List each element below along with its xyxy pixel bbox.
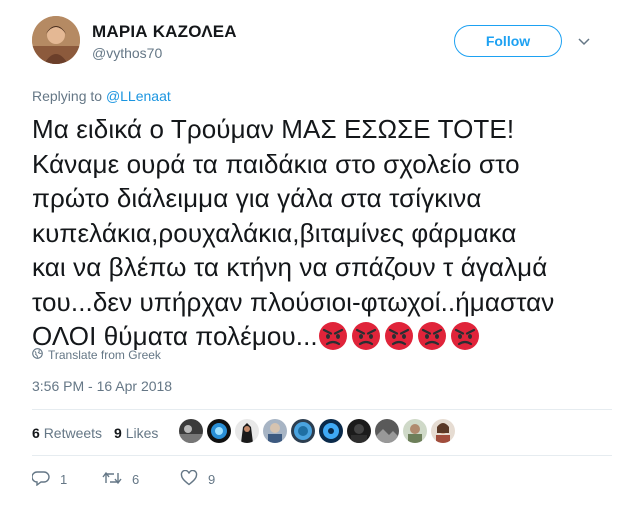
retweets-stat[interactable]: 6 Retweets <box>32 425 102 441</box>
liker-avatar[interactable] <box>207 419 231 443</box>
liker-avatar[interactable] <box>431 419 455 443</box>
angry-face-icon <box>318 321 348 360</box>
liker-avatar[interactable] <box>403 419 427 443</box>
globe-icon <box>32 348 43 362</box>
tweet-stats: 6 Retweets 9 Likes <box>32 425 158 441</box>
divider <box>32 455 612 456</box>
tweet-line: πρώτο διάλειμμα για γάλα στα τσίγκινα <box>32 183 482 213</box>
likes-stat[interactable]: 9 Likes <box>114 425 158 441</box>
author-handle[interactable]: @vythos70 <box>92 45 162 61</box>
avatar[interactable] <box>32 16 80 64</box>
likes-count: 9 <box>114 425 122 441</box>
tweet-line: κυπελάκια,ρουχαλάκια,βιταμίνες φάρμακα <box>32 217 517 248</box>
reply-count: 1 <box>60 472 68 487</box>
timestamp[interactable]: 3:56 PM - 16 Apr 2018 <box>32 378 172 394</box>
follow-button[interactable]: Follow <box>454 25 562 57</box>
liker-avatar[interactable] <box>263 419 287 443</box>
angry-face-icon <box>384 321 414 360</box>
liker-avatar[interactable] <box>319 419 343 443</box>
tweet-line: Κάναμε ουρά τα παιδάκια στο σχολείο στο <box>32 148 520 179</box>
retweet-count: 6 <box>132 472 140 487</box>
retweets-count: 6 <box>32 425 40 441</box>
liker-avatar[interactable] <box>347 419 371 443</box>
angry-face-icon <box>450 321 480 360</box>
translate-label: Translate from Greek <box>48 348 161 362</box>
heart-icon <box>180 469 198 489</box>
liker-avatar[interactable] <box>235 419 259 443</box>
divider <box>32 409 612 410</box>
likers-avatars <box>179 419 455 443</box>
like-count: 9 <box>208 472 216 487</box>
replying-to: Replying to @LLenaat <box>32 88 171 104</box>
tweet-line: και να βλέπω τα κτήνη να σπάζουν τ άγαλμ… <box>32 252 548 282</box>
translate-link[interactable]: Translate from Greek <box>32 348 161 362</box>
tweet-line: Μα ειδικά ο Τρούμαν ΜΑΣ ΕΣΩΣΕ ΤΟΤΕ! <box>32 114 515 144</box>
action-bar: 1 6 9 <box>31 469 250 489</box>
retweets-label: Retweets <box>43 425 103 441</box>
retweet-action[interactable]: 6 <box>102 470 180 489</box>
retweet-icon <box>102 470 122 489</box>
likes-label: Likes <box>125 425 159 441</box>
reply-mention-link[interactable]: @LLenaat <box>106 88 171 104</box>
tweet-line: του...δεν υπήρχαν πλούσιοι-φτωχοί..ήμαστ… <box>32 286 555 317</box>
angry-face-icon <box>351 321 381 360</box>
like-action[interactable]: 9 <box>180 469 250 489</box>
reply-icon <box>31 470 50 489</box>
liker-avatar[interactable] <box>375 419 399 443</box>
angry-face-icon <box>417 321 447 360</box>
chevron-down-icon[interactable] <box>576 34 592 50</box>
replying-to-label: Replying to <box>32 88 103 104</box>
emoji-row <box>318 321 483 351</box>
author-name[interactable]: ΜΑΡΙΑ ΚΑΖΟΛΕΑ <box>92 22 237 42</box>
liker-avatar[interactable] <box>179 419 203 443</box>
tweet-line: ΟΛΟΙ θύματα πολέμου... <box>32 321 318 351</box>
tweet-text: Μα ειδικά ο Τρούμαν ΜΑΣ ΕΣΩΣΕ ΤΟΤΕ! Κάνα… <box>32 112 612 360</box>
liker-avatar[interactable] <box>291 419 315 443</box>
reply-action[interactable]: 1 <box>31 470 102 489</box>
